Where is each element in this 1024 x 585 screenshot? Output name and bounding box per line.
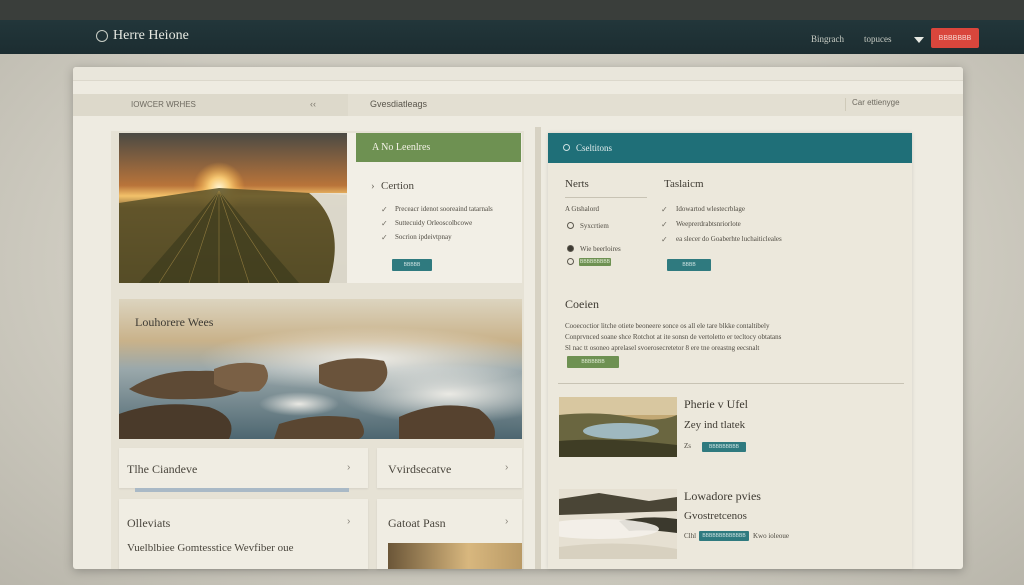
panel-item-2-after: Kwo ioleoue — [753, 532, 789, 540]
col1-rule — [565, 197, 647, 198]
top-strip — [0, 0, 1024, 20]
featured-card-title: A No Leenlres — [356, 133, 521, 162]
tile-progress — [135, 488, 349, 492]
sunset-image — [119, 133, 347, 283]
tile-card-3[interactable]: Olleviats › Vuelblbiee Gomtesstice Wevfi… — [119, 499, 368, 569]
tile-footer-text: Vuelblbiee Gomtesstice Wevfiber oue — [127, 542, 294, 554]
col2-line-2: Weeprerdrabtsnriorlote — [676, 220, 741, 228]
panel-header: Cseltitons — [548, 133, 912, 163]
tile-title: Gatoat Pasn — [388, 516, 446, 530]
check-icon: ✓ — [381, 233, 388, 242]
col2-button[interactable]: BBBB — [667, 259, 711, 271]
section-line-1: Cooecoctior litche otiete beoneere sonce… — [565, 322, 770, 330]
col1-item-2[interactable]: Syxcrtiem — [580, 222, 609, 230]
landscape-card-title: Louhorere Wees — [135, 315, 214, 329]
window-top-edge — [73, 67, 963, 81]
tile-title: Olleviats — [127, 516, 171, 530]
section-line-3: Sl nac tt osoneo aprelasel svoerosecrete… — [565, 344, 760, 352]
featured-card[interactable]: A No Leenlres Certion ✓ Preceacr idenot … — [119, 133, 522, 283]
brand-logo-link[interactable]: Herre Heione — [96, 28, 189, 44]
top-navbar: Herre Heione Bingrach topuces BBBBBBB — [0, 20, 1024, 54]
col2-line-1: Idowartod wlestecrblage — [676, 205, 745, 213]
col1-item-3[interactable]: Wie beerloires — [580, 245, 621, 253]
featured-card-subtitle: Certion — [371, 180, 414, 192]
section-divider — [558, 383, 904, 384]
collections-panel: Cseltitons Nerts A Gtshalord Syxcrtiem W… — [548, 133, 912, 569]
column-divider — [535, 127, 541, 569]
nav-cta-button[interactable]: BBBBBBB — [931, 28, 979, 48]
brand-name: Herre Heione — [113, 28, 189, 43]
radio-button[interactable] — [567, 258, 574, 265]
panel-item-1-title: Pherie v Ufel — [684, 397, 748, 411]
tile-thumbnail — [388, 543, 522, 569]
check-icon: ✓ — [661, 205, 668, 214]
panel-item-2-button[interactable]: BBBBBBBBBBBBB — [699, 531, 749, 541]
collection-icon — [563, 144, 570, 151]
panel-item-2-subtitle: Gvostretcenos — [684, 510, 747, 522]
panel-item-2-tag: Clhl — [684, 532, 697, 540]
chevron-right-icon[interactable]: › — [505, 462, 508, 473]
brand-icon — [96, 30, 108, 42]
featured-line-2: Suttecuidy Orleoscolbcowe — [395, 219, 473, 227]
check-icon: ✓ — [381, 205, 388, 214]
panel-item-1-tag: Zs — [684, 442, 691, 450]
chevron-right-icon[interactable]: › — [347, 462, 350, 473]
tile-card-1[interactable]: Tlhe Ciandeve › — [119, 448, 368, 492]
col2-title: Taslaicm — [664, 178, 704, 190]
nav-link-1[interactable]: Bingrach — [811, 34, 844, 44]
chevron-right-icon[interactable]: › — [505, 516, 508, 527]
col1-item-1[interactable]: A Gtshalord — [565, 205, 599, 213]
chevron-right-icon[interactable]: › — [347, 516, 350, 527]
subbar-right-label[interactable]: Car ettienyge — [845, 98, 905, 111]
lake-thumbnail[interactable] — [559, 397, 677, 457]
subbar-left-label: IOWCER WRHES — [131, 100, 196, 109]
subbar-left-section: IOWCER WRHES ‹‹ — [73, 94, 348, 116]
check-icon: ✓ — [661, 235, 668, 244]
col2-line-3: ea slecer do Goaberhte luchaiticleales — [676, 235, 782, 243]
sub-toolbar: IOWCER WRHES ‹‹ Gvesdiatleags Car ettien… — [73, 94, 963, 116]
subbar-title: Gvesdiatleags — [370, 99, 428, 109]
main-window: IOWCER WRHES ‹‹ Gvesdiatleags Car ettien… — [73, 67, 963, 569]
tile-title: Vvirdsecatve — [388, 462, 452, 476]
panel-title: Cseltitons — [576, 143, 613, 153]
radio-button[interactable] — [567, 222, 574, 229]
panel-item-1-button[interactable]: BBBBBBBBB — [702, 442, 746, 452]
col1-title: Nerts — [565, 178, 589, 190]
featured-line-1: Preceacr idenot sooreaind tatarnals — [395, 205, 493, 213]
tile-card-4[interactable]: Gatoat Pasn › — [377, 499, 522, 569]
section-line-2: Conprvnced soane shce Rotchot at ite son… — [565, 333, 782, 341]
check-icon: ✓ — [381, 219, 388, 228]
landscape-card[interactable]: Louhorere Wees — [119, 299, 522, 439]
featured-line-3: Socrion ipdeivtpnay — [395, 233, 452, 241]
mountain-mist-thumbnail[interactable] — [559, 489, 677, 559]
featured-card-button[interactable]: BBBBB — [392, 259, 432, 271]
chevron-down-icon[interactable] — [914, 37, 924, 43]
tile-title: Tlhe Ciandeve — [127, 462, 198, 476]
check-icon: ✓ — [661, 220, 668, 229]
section-button[interactable]: BBBBBBB — [567, 356, 619, 368]
tile-card-2[interactable]: Vvirdsecatve › — [377, 448, 522, 488]
panel-item-2-title: Lowadore pvies — [684, 489, 761, 503]
radio-button-selected[interactable] — [567, 245, 574, 252]
panel-item-1-subtitle: Zey ind tlatek — [684, 419, 746, 431]
chevron-left-icon[interactable]: ‹‹ — [310, 99, 316, 109]
nav-link-2[interactable]: topuces — [864, 34, 892, 44]
col1-button[interactable]: BBBBBBBBB — [579, 258, 611, 266]
section-title: Coeien — [565, 297, 599, 311]
